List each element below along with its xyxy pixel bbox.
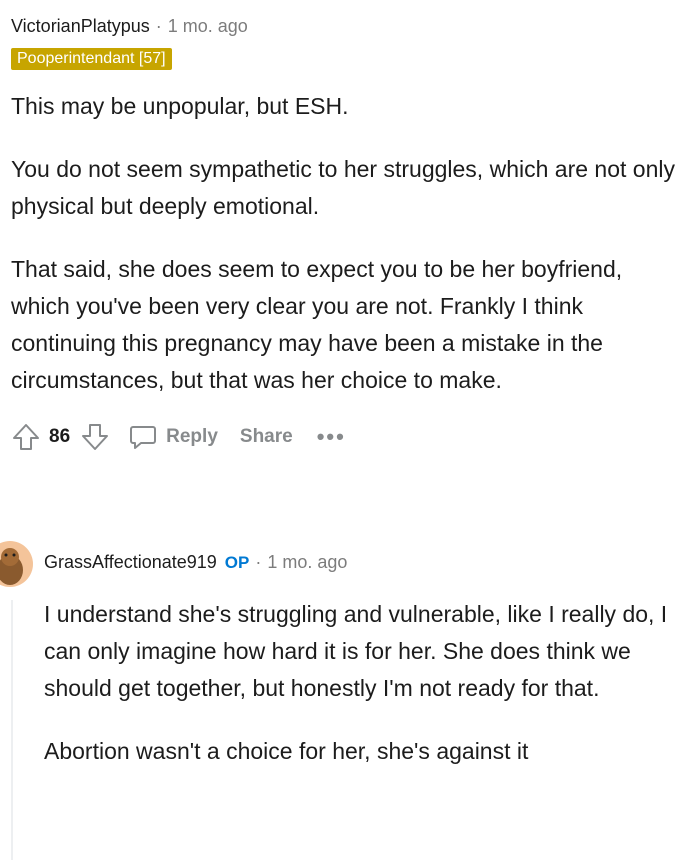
comment-victorianplatypus: VictorianPlatypus · 1 mo. ago Pooperinte… [11,12,681,457]
comment-paragraph: I understand she's struggling and vulner… [44,601,668,701]
comment-bubble-icon [128,422,158,452]
upvote-icon[interactable] [11,422,41,452]
more-options-icon[interactable]: ••• [317,426,346,448]
comment-paragraph: This may be unpopular, but ESH. [11,93,349,119]
share-button[interactable]: Share [240,426,293,448]
user-flair: Pooperintendant [57] [11,48,172,70]
comment-meta: VictorianPlatypus · 1 mo. ago [11,12,681,40]
meta-separator: · [255,552,262,572]
author-link[interactable]: VictorianPlatypus [11,16,150,37]
comment-timestamp[interactable]: 1 mo. ago [168,16,248,37]
reply-label: Reply [166,426,218,447]
comment-timestamp[interactable]: 1 mo. ago [267,552,347,573]
thread-line[interactable] [11,600,13,860]
meta-separator: · [155,15,162,36]
downvote-icon[interactable] [80,422,110,452]
avatar[interactable] [0,540,34,588]
vote-count: 86 [49,426,71,447]
op-badge: OP [224,552,250,572]
comment-body: I understand she's struggling and vulner… [44,596,684,770]
comment-paragraph: That said, she does seem to expect you t… [11,256,623,393]
reply-button[interactable]: Reply [128,422,218,452]
comment-paragraph: Abortion wasn't a choice for her, she's … [44,738,529,764]
comment-meta: GrassAffectionate919 OP · 1 mo. ago [44,552,347,573]
comment-paragraph: You do not seem sympathetic to her strug… [11,156,675,219]
comment-actions: 86 Reply Share ••• [11,417,681,457]
author-link[interactable]: GrassAffectionate919 [44,552,217,573]
